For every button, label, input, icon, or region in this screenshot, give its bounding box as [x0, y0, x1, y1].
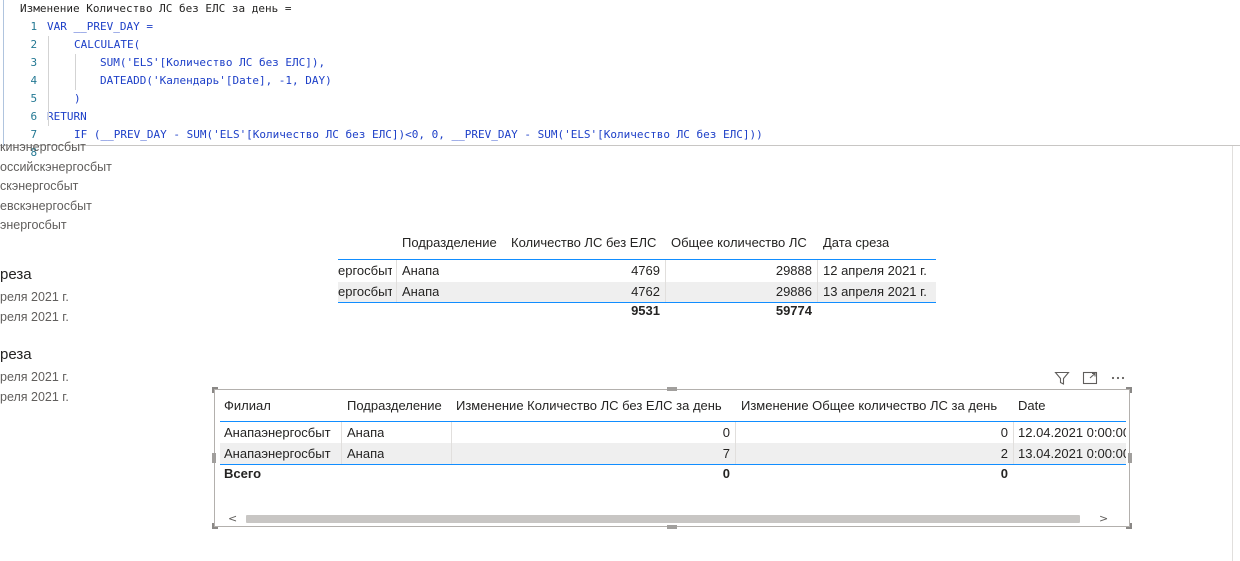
canvas-edge [1232, 146, 1233, 561]
column-header[interactable]: Изменение Количество ЛС без ЕЛС за день [456, 396, 722, 416]
cell-change-total: 2 [1000, 446, 1008, 461]
column-header[interactable]: Дата среза [823, 233, 889, 253]
indent-guide [48, 36, 49, 126]
header-rule [220, 421, 1126, 422]
total-change-total: 0 [1000, 466, 1008, 481]
cell-division: Анапа [347, 425, 385, 440]
column-header[interactable]: Подразделение [347, 396, 442, 416]
cell-change-count: 7 [722, 446, 730, 461]
resize-corner-tr[interactable] [1126, 387, 1132, 393]
resize-corner-br[interactable] [1126, 523, 1132, 529]
cell-total: 29888 [775, 263, 812, 278]
code-text: DATEADD('Календарь'[Date], -1, DAY) [100, 74, 332, 87]
column-header[interactable]: Date [1018, 396, 1045, 416]
code-text: CALCULATE( [74, 38, 141, 51]
formula-editor[interactable]: 1 Изменение Количество ЛС без ЕЛС за ден… [0, 0, 1240, 159]
total-count: 9531 [631, 303, 660, 318]
cell-change-total: 0 [1000, 425, 1008, 440]
column-header[interactable]: Количество ЛС без ЕЛС [511, 233, 656, 253]
column-divider [451, 422, 452, 464]
focus-mode-icon[interactable] [1080, 368, 1100, 388]
resize-handle-bottom[interactable] [667, 525, 677, 529]
slicer-item[interactable]: энергосбыт [0, 218, 67, 232]
code-text: RETURN [47, 110, 87, 123]
cell-filial: Анапаэнергосбыт [224, 425, 331, 440]
cell-filial: ергосбыт [338, 284, 392, 299]
cell-division: Анапа [402, 263, 440, 278]
slicer-item[interactable]: евскэнергосбыт [0, 199, 92, 213]
column-header[interactable]: Филиал [224, 396, 271, 416]
column-divider [735, 422, 736, 464]
resize-handle-top[interactable] [667, 387, 677, 391]
slicer-item[interactable]: кинэнергосбыт [0, 140, 86, 154]
code-line-2[interactable]: 2 VAR __PREV_DAY = [0, 18, 153, 51]
more-options-icon[interactable] [1108, 368, 1128, 388]
column-divider [396, 260, 397, 302]
cell-date: 12.04.2021 0:00:00 [1018, 425, 1126, 440]
cell-date: 13 апреля 2021 г. [823, 284, 927, 299]
scroll-left-arrow[interactable]: < [228, 513, 237, 525]
slicer-item[interactable]: реля 2021 г. [0, 290, 69, 304]
column-header[interactable]: Общее количество ЛС [671, 233, 807, 253]
column-header[interactable]: Подразделение [402, 233, 497, 253]
scroll-right-arrow[interactable]: > [1099, 513, 1108, 525]
header-rule [338, 259, 936, 260]
indent-guide [75, 54, 76, 90]
totals-label: Всего [224, 466, 262, 481]
code-line-6[interactable]: 6 ) [0, 90, 81, 123]
cell-total: 29886 [775, 284, 812, 299]
code-text: IF (__PREV_DAY - SUM('ELS'[Количество ЛС… [74, 128, 763, 141]
cell-division: Анапа [347, 446, 385, 461]
cell-count: 4769 [631, 263, 660, 278]
cell-filial: Анапаэнергосбыт [224, 446, 331, 461]
cell-count: 4762 [631, 284, 660, 299]
slicer-item[interactable]: скэнергосбыт [0, 179, 78, 193]
cell-filial: ергосбыт [338, 263, 392, 278]
slicer-item[interactable]: реля 2021 г. [0, 370, 69, 384]
code-text: SUM('ELS'[Количество ЛС без ЕЛС]), [100, 56, 326, 69]
slicer-title: реза [0, 346, 32, 363]
code-line-5[interactable]: 5 DATEADD('Календарь'[Date], -1, DAY) [0, 72, 332, 105]
filter-icon[interactable] [1052, 368, 1072, 388]
slicer-title: реза [0, 266, 32, 283]
cell-change-count: 0 [722, 425, 730, 440]
code-text: Изменение Количество ЛС без ЕЛС за день … [20, 2, 292, 15]
column-divider [1013, 422, 1014, 464]
total-total: 59774 [775, 303, 812, 318]
column-header[interactable]: Изменение Общее количество ЛС за день [741, 396, 997, 416]
code-line-7[interactable]: 7 RETURN [0, 108, 87, 141]
code-text: VAR __PREV_DAY = [47, 20, 153, 33]
column-divider [817, 260, 818, 302]
slicer-item[interactable]: оссийскэнергосбыт [0, 160, 112, 174]
cell-date: 12 апреля 2021 г. [823, 263, 927, 278]
cell-division: Анапа [402, 284, 440, 299]
resize-handle-left[interactable] [212, 453, 216, 463]
cell-date: 13.04.2021 0:00:00 [1018, 446, 1126, 461]
scroll-thumb[interactable] [246, 515, 1080, 523]
total-change-count: 0 [722, 466, 730, 481]
code-line-3[interactable]: 3 CALCULATE( [0, 36, 141, 69]
code-text: ) [74, 92, 81, 105]
code-line-4[interactable]: 4 SUM('ELS'[Количество ЛС без ЕЛС]), [0, 54, 326, 87]
column-divider [341, 422, 342, 464]
code-line-1[interactable]: 1 Изменение Количество ЛС без ЕЛС за ден… [0, 0, 292, 33]
slicer-item[interactable]: реля 2021 г. [0, 390, 69, 404]
column-divider [665, 260, 666, 302]
slicer-item[interactable]: реля 2021 г. [0, 310, 69, 324]
resize-handle-right[interactable] [1128, 453, 1132, 463]
resize-corner-tl[interactable] [212, 387, 218, 393]
